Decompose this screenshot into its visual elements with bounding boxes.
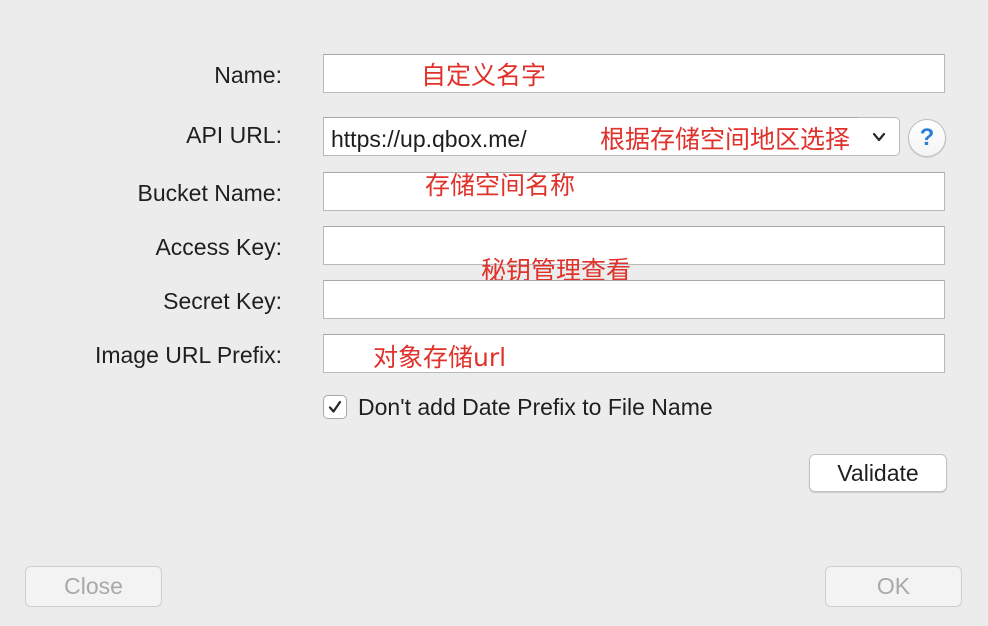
name-annotation: 自定义名字 — [421, 61, 547, 90]
question-mark-icon: ? — [919, 124, 935, 151]
access-key-field[interactable] — [323, 226, 945, 265]
chevron-down-icon — [872, 132, 886, 142]
image-url-prefix-label: Image URL Prefix: — [94, 342, 282, 368]
name-label: Name: — [214, 62, 282, 88]
bucket-name-annotation: 存储空间名称 — [425, 171, 576, 200]
close-button[interactable]: Close — [25, 566, 162, 607]
help-button[interactable]: ? — [908, 119, 946, 157]
date-prefix-checkbox-label[interactable]: Don't add Date Prefix to File Name — [358, 392, 713, 422]
api-url-annotation: 根据存储空间地区选择 — [600, 125, 851, 154]
secret-key-label: Secret Key: — [163, 288, 282, 314]
api-url-value: https://up.qbox.me/ — [331, 126, 527, 152]
bucket-name-label: Bucket Name: — [137, 180, 282, 206]
secret-key-field[interactable] — [323, 280, 945, 319]
ok-button[interactable]: OK — [825, 566, 962, 607]
checkmark-icon — [328, 400, 342, 413]
validate-button[interactable]: Validate — [809, 454, 947, 492]
image-url-prefix-annotation: 对象存储url — [373, 343, 507, 372]
api-url-label: API URL: — [186, 122, 282, 148]
name-field[interactable] — [323, 54, 945, 93]
bucket-name-field[interactable] — [323, 172, 945, 211]
date-prefix-checkbox[interactable] — [323, 395, 347, 419]
api-url-dropdown-button[interactable] — [858, 117, 900, 156]
access-key-label: Access Key: — [155, 234, 282, 260]
